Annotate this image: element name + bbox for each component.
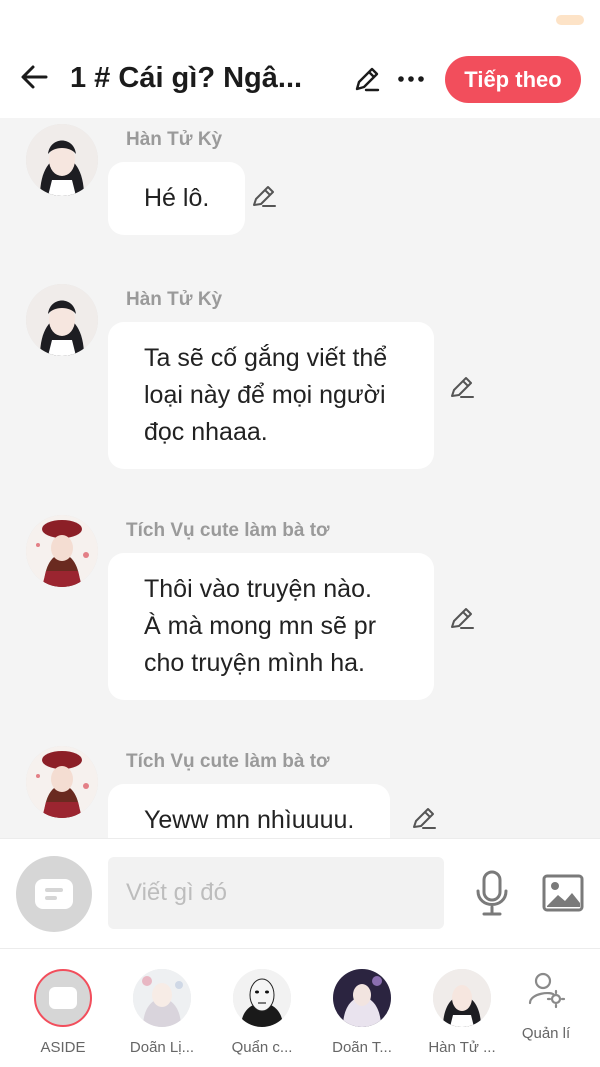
aside-avatar [34,969,92,1027]
image-icon[interactable] [542,873,584,913]
manage-label[interactable]: Quản lí [514,1025,578,1042]
next-button[interactable]: Tiếp theo [445,56,581,103]
back-arrow-icon[interactable] [18,60,52,94]
avatar [433,969,491,1027]
microphone-icon[interactable] [472,869,512,917]
composer [0,838,600,948]
avatar[interactable] [26,515,98,587]
pencil-icon[interactable] [250,182,278,210]
story-title: 1 # Cái gì? Ngâ... [70,62,303,94]
more-dots-icon[interactable] [396,64,426,94]
character-doan-li[interactable]: Doãn Lị... [122,969,202,1056]
sender-name: Tích Vụ cute làm bà tơ [126,751,330,772]
pencil-icon[interactable] [448,373,476,401]
message-line: đọc nhaaa. [144,418,268,446]
character-quan-c[interactable]: Quẩn c... [222,969,302,1056]
message-line: Ta sẽ cố gắng viết thể [144,344,388,372]
character-name: Hàn Tử ... [428,1039,496,1056]
sender-name: Hàn Tử Kỳ [126,289,223,310]
message-line: Yeww mn nhìuuuu. [144,806,355,834]
message-line: À mà mong mn sẽ pr [144,612,377,640]
message-bubble[interactable]: Yeww mn nhìuuuu. [108,784,391,838]
message-bubble[interactable]: Hé lô. [108,162,246,235]
pencil-icon[interactable] [352,64,382,94]
sender-name: Hàn Tử Kỳ [126,129,223,150]
sender-name: Tích Vụ cute làm bà tơ [126,520,330,541]
message-line: loại này để mọi người [144,381,386,409]
avatar[interactable] [26,124,98,196]
message-line: Thôi vào truyện nào. [144,575,372,603]
message-line: cho truyện mình ha. [144,649,365,677]
battery-indicator [556,15,584,25]
avatar [233,969,291,1027]
aside-toggle-button[interactable] [16,856,92,932]
avatar[interactable] [26,746,98,818]
header: 1 # Cái gì? Ngâ... Tiếp theo [0,42,600,118]
message-bubble[interactable]: Thôi vào truyện nào. À mà mong mn sẽ pr … [108,553,434,700]
character-name: Doãn Lị... [129,1039,195,1056]
message-line: Hé lô. [144,184,210,212]
pencil-icon[interactable] [410,804,438,832]
status-bar [0,0,600,42]
user-settings-icon[interactable] [526,969,566,1009]
message-bubble[interactable]: Ta sẽ cố gắng viết thể loại này để mọi n… [108,322,434,469]
aside-chip-icon [49,987,77,1009]
character-han-tu[interactable]: Hàn Tử ... [422,969,502,1056]
character-name: Quẩn c... [231,1039,293,1056]
character-aside[interactable]: ASIDE [23,969,103,1056]
avatar [133,969,191,1027]
aside-chip-icon [35,879,73,909]
character-name: Doãn T... [332,1039,392,1056]
character-name: ASIDE [40,1039,86,1056]
pencil-icon[interactable] [448,604,476,632]
avatar[interactable] [26,284,98,356]
avatar [333,969,391,1027]
message-input[interactable] [108,857,444,929]
character-doan-t[interactable]: Doãn T... [322,969,402,1056]
chat-area[interactable]: Hàn Tử Kỳ Hé lô. Hàn Tử Kỳ Ta sẽ cố gắng… [0,118,600,838]
character-bar: ASIDE Doãn Lị... Quẩn c... Doãn T... Hàn… [0,948,600,1067]
